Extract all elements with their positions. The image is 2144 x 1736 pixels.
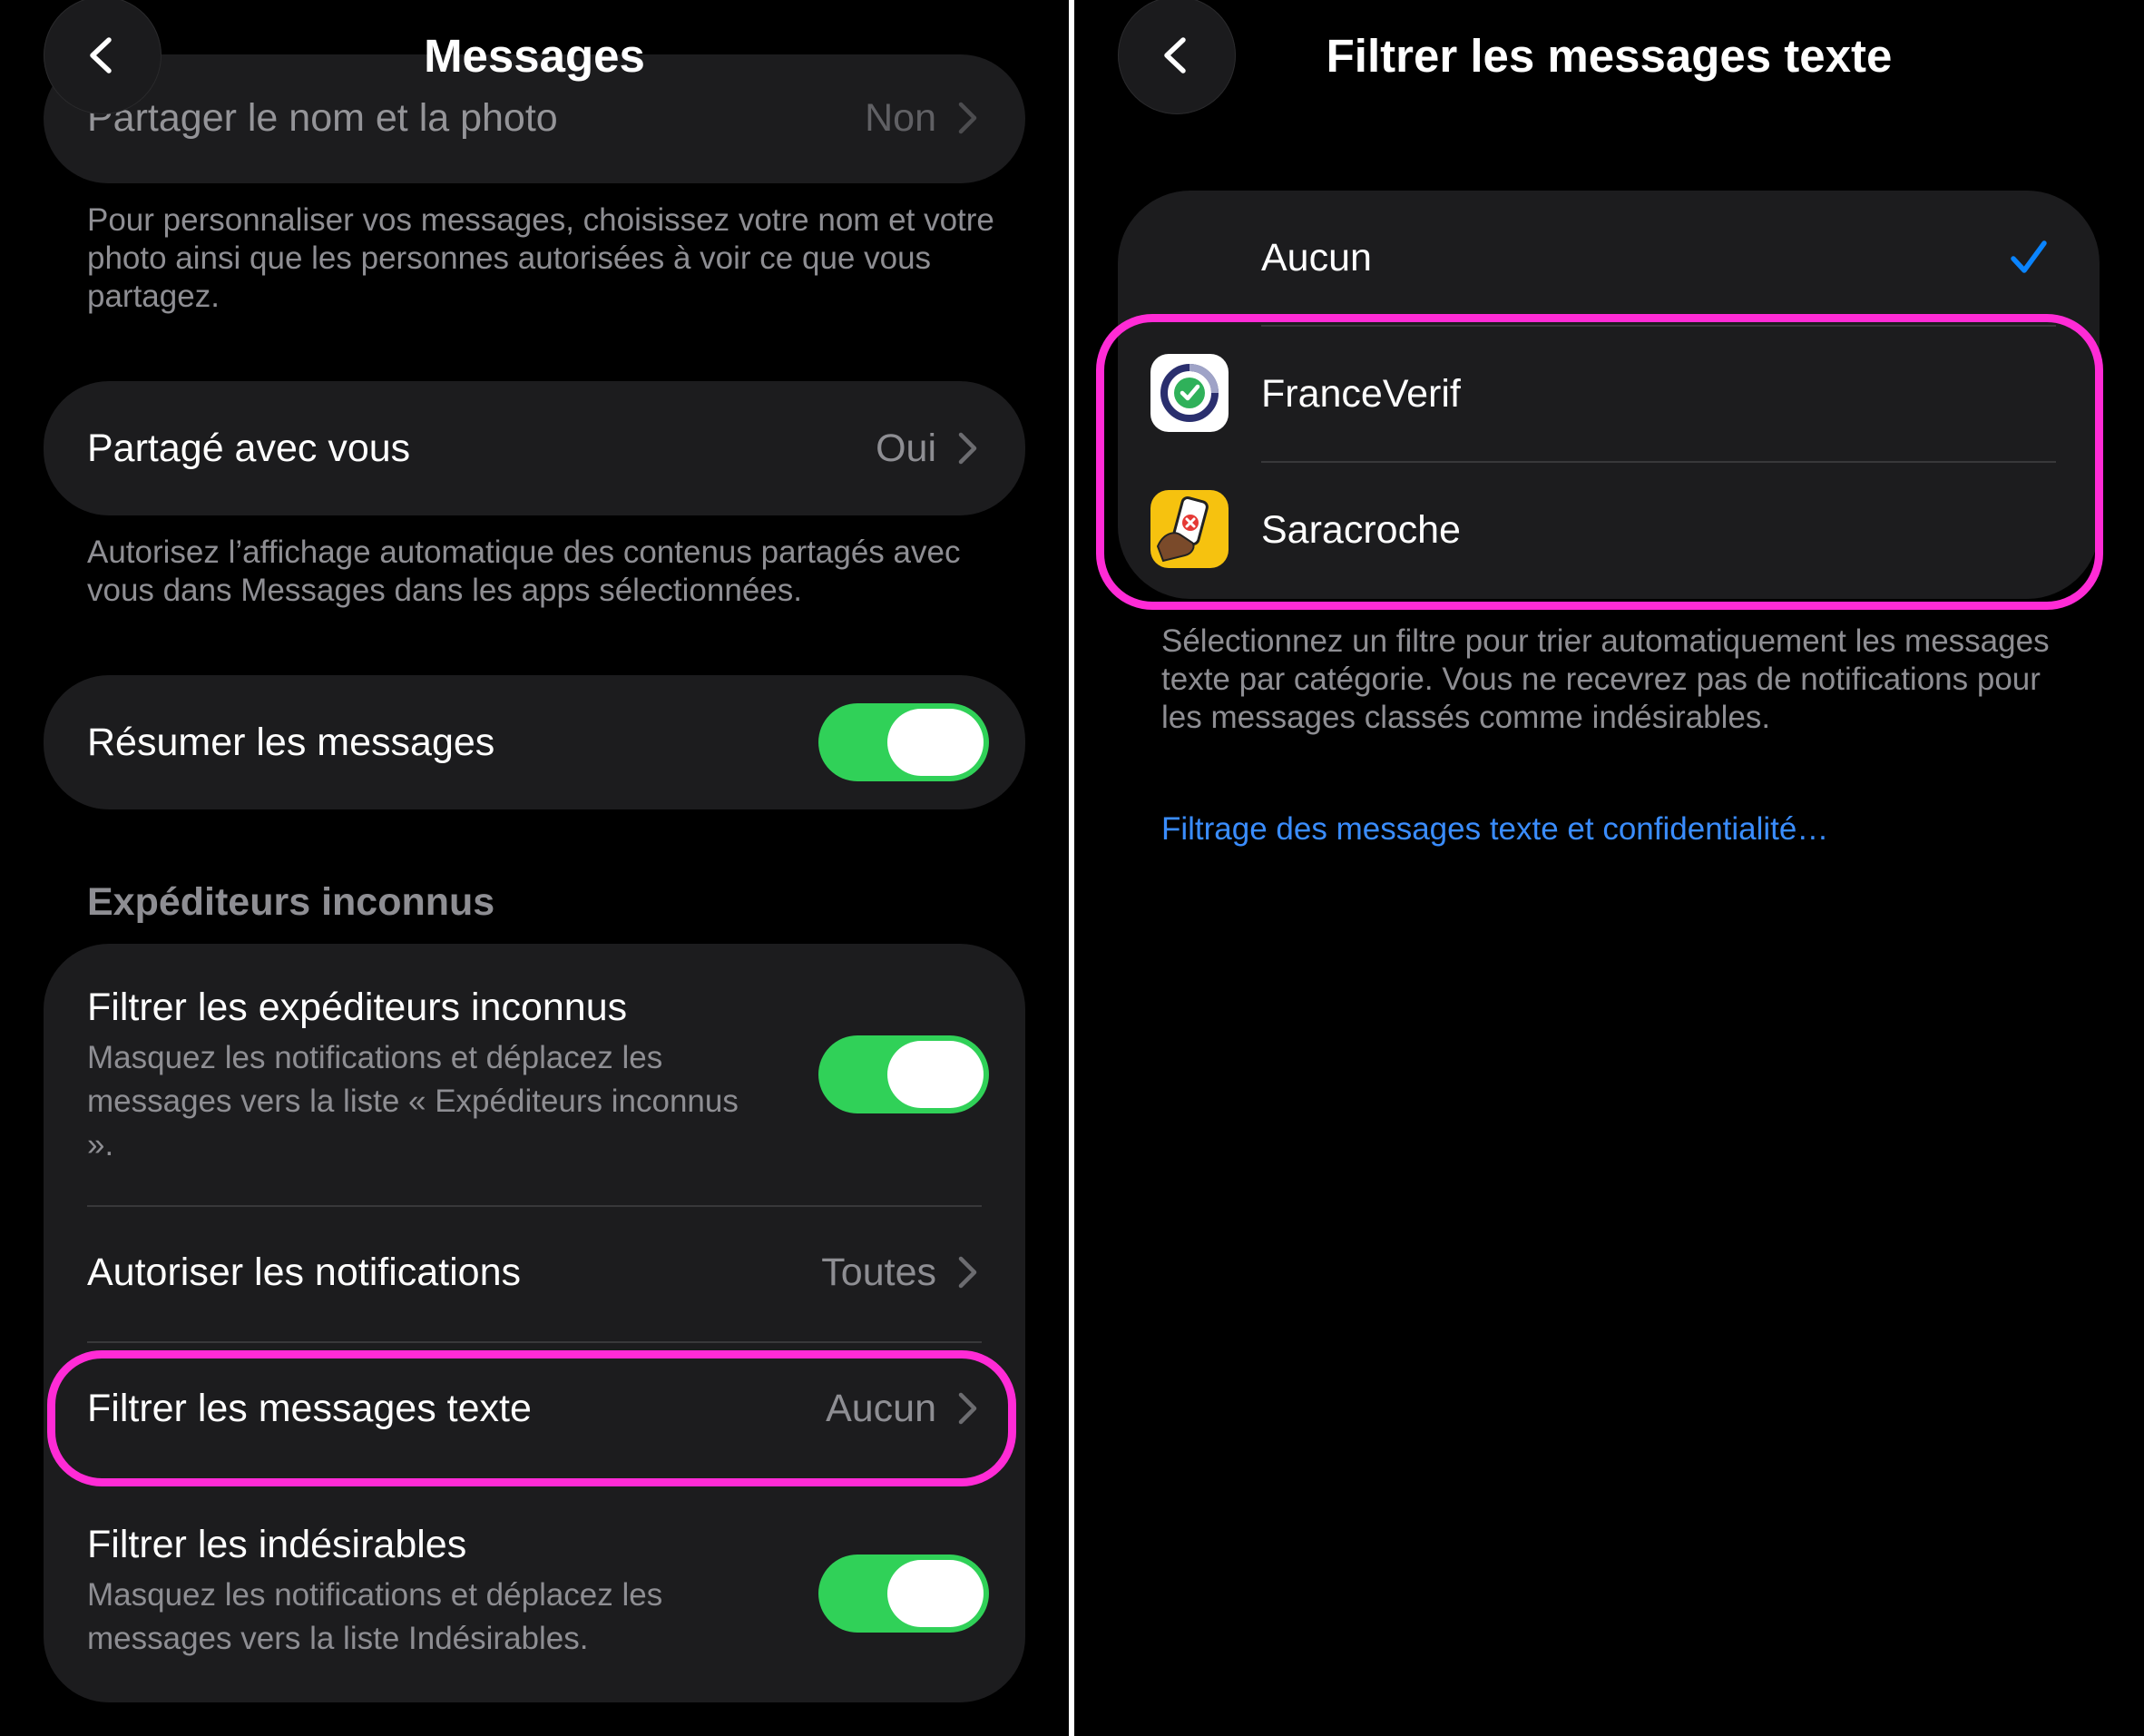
summarize-row: Résumer les messages — [44, 675, 1025, 809]
filter-unknown-description: Masquez les notifications et déplacez le… — [87, 1040, 739, 1162]
filter-junk-label: Filtrer les indésirables — [87, 1523, 467, 1566]
option-aucun[interactable]: Aucun — [1118, 191, 2100, 325]
share-name-value: Non — [865, 96, 936, 140]
filter-junk-description: Masquez les notifications et déplacez le… — [87, 1577, 663, 1656]
allow-notifications-row[interactable]: Autoriser les notifications Toutes — [44, 1207, 1025, 1341]
summarize-toggle[interactable] — [818, 703, 989, 781]
checkmark-icon — [2011, 240, 2047, 273]
unknown-senders-header: Expéditeurs inconnus — [87, 880, 495, 924]
shared-with-you-value: Oui — [876, 427, 936, 470]
chevron-right-icon — [958, 432, 977, 465]
summarize-label: Résumer les messages — [87, 721, 495, 764]
toggle-knob — [887, 1041, 984, 1108]
messages-settings-screen: Partager le nom et la photo Non Messages… — [0, 0, 1069, 1736]
shared-with-you-footnote: Autorisez l’affichage automatique des co… — [87, 535, 961, 608]
privacy-link[interactable]: Filtrage des messages texte et confident… — [1161, 811, 1828, 848]
page-title: Filtrer les messages texte — [1326, 30, 1893, 82]
option-aucun-label: Aucun — [1261, 236, 1372, 280]
shared-with-you-row[interactable]: Partagé avec vous Oui — [44, 381, 1025, 515]
filter-footnote: Sélectionnez un filtre pour trier automa… — [1161, 623, 2050, 735]
allow-notifications-value: Toutes — [821, 1251, 936, 1294]
filter-unknown-label: Filtrer les expéditeurs inconnus — [87, 986, 628, 1029]
toggle-knob — [887, 709, 984, 776]
filter-texts-screen: Filtrer les messages texte Aucun FranceV… — [1074, 0, 2144, 1736]
shared-with-you-label: Partagé avec vous — [87, 427, 411, 470]
filter-apps-highlight — [1096, 314, 2103, 610]
filter-junk-toggle[interactable] — [818, 1555, 989, 1633]
share-name-label: Partager le nom et la photo — [87, 96, 558, 140]
chevron-right-icon — [958, 102, 977, 134]
toggle-knob — [887, 1560, 984, 1627]
share-name-footnote: Pour personnaliser vos messages, choisis… — [87, 202, 994, 314]
page-title: Messages — [424, 30, 645, 82]
filter-unknown-toggle[interactable] — [818, 1035, 989, 1113]
allow-notifications-label: Autoriser les notifications — [87, 1251, 521, 1294]
unknown-senders-group: Filtrer les expéditeurs inconnus Masquez… — [44, 944, 1025, 1702]
chevron-right-icon — [958, 1256, 977, 1289]
filter-texts-highlight — [47, 1350, 1016, 1486]
